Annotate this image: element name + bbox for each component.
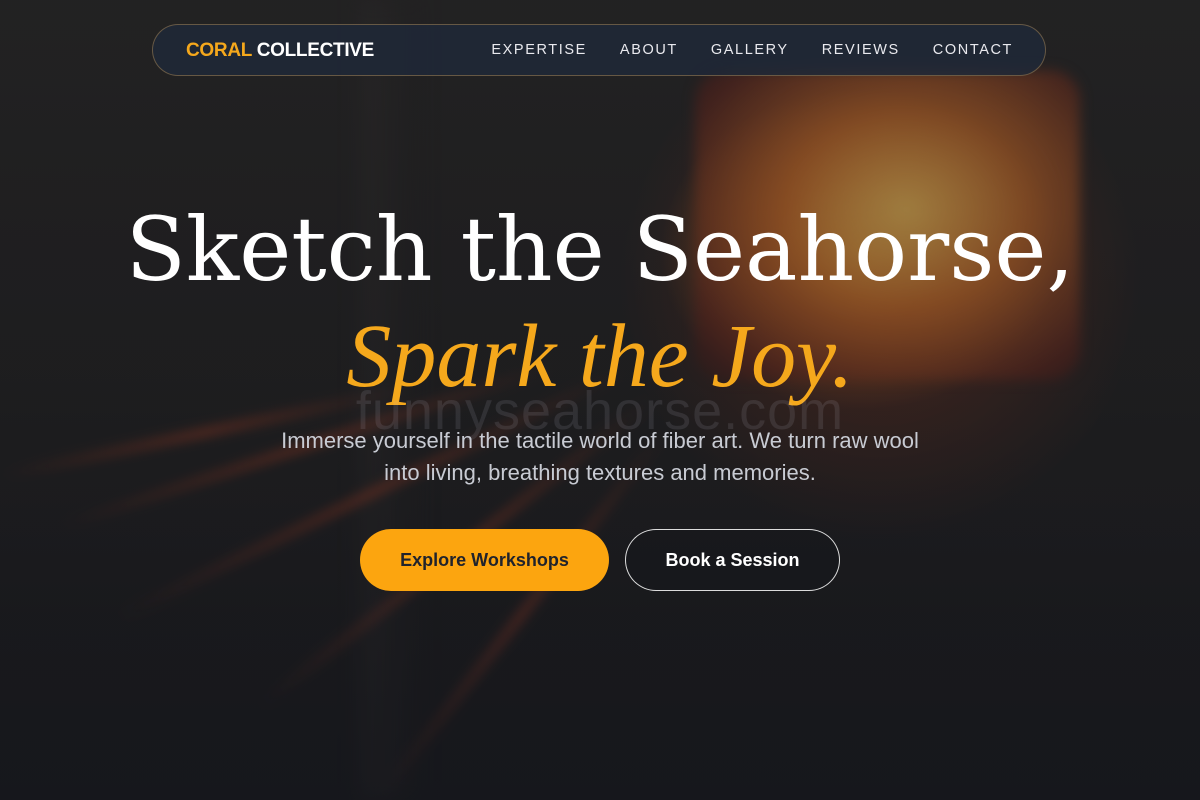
- nav-link-contact[interactable]: CONTACT: [933, 42, 1013, 58]
- nav-link-about[interactable]: ABOUT: [620, 42, 678, 58]
- hero-subtext: Immerse yourself in the tactile world of…: [281, 428, 919, 485]
- hero-headline: Sketch the Seahorse,: [125, 198, 1075, 301]
- nav-links: EXPERTISE ABOUT GALLERY REVIEWS CONTACT: [491, 42, 1013, 58]
- brand-logo[interactable]: CORAL COLLECTIVE: [186, 40, 374, 62]
- book-session-button[interactable]: Book a Session: [625, 529, 840, 591]
- top-navigation: CORAL COLLECTIVE EXPERTISE ABOUT GALLERY…: [152, 24, 1046, 76]
- brand-accent-text: CORAL: [186, 40, 252, 61]
- nav-link-expertise[interactable]: EXPERTISE: [491, 42, 587, 58]
- nav-link-reviews[interactable]: REVIEWS: [822, 42, 900, 58]
- hero-section: CORAL COLLECTIVE EXPERTISE ABOUT GALLERY…: [0, 0, 1200, 800]
- explore-workshops-button[interactable]: Explore Workshops: [360, 529, 609, 591]
- nav-link-gallery[interactable]: GALLERY: [711, 42, 789, 58]
- brand-main-text: COLLECTIVE: [256, 40, 375, 61]
